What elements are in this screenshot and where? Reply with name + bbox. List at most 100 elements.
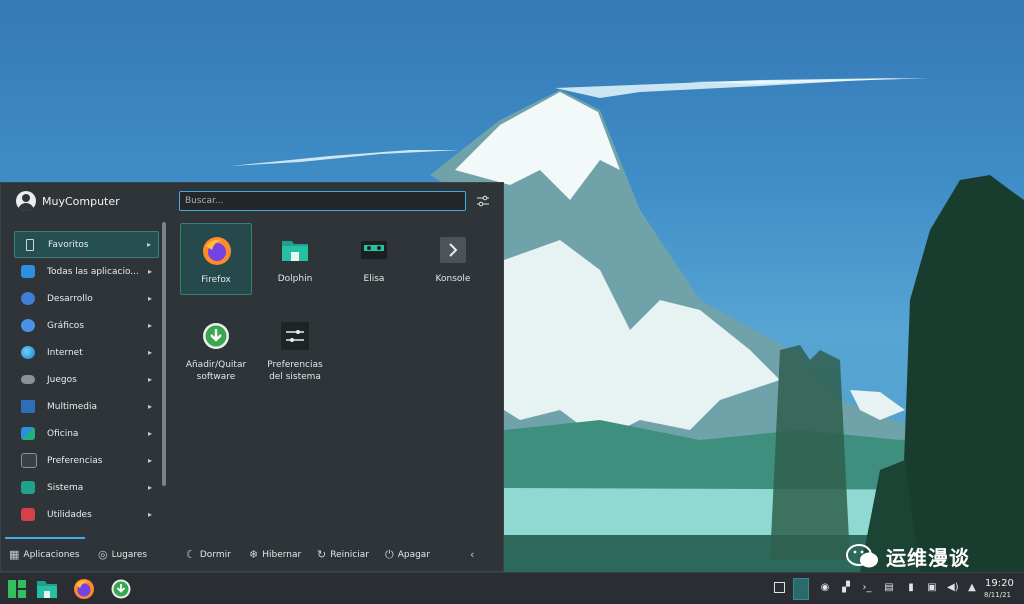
app-label: Konsole [435, 274, 471, 284]
category-internet[interactable]: Internet ▸ [14, 339, 159, 366]
clock-date[interactable]: 8/11/21 [984, 591, 1011, 599]
category-desarrollo[interactable]: Desarrollo ▸ [14, 285, 159, 312]
hibernate-button[interactable]: ❄ Hibernar [249, 548, 301, 561]
chevron-right-icon: ▸ [147, 456, 152, 465]
user-avatar[interactable] [16, 191, 36, 211]
chevron-right-icon: ▸ [147, 267, 152, 276]
tab-places[interactable]: ◎ Lugares [98, 548, 147, 561]
firefox-icon [203, 237, 231, 265]
app-label: Dolphin [277, 274, 313, 284]
firefox-icon[interactable] [73, 578, 95, 600]
chevron-right-icon: ▸ [147, 402, 152, 411]
hibernate-label: Hibernar [262, 549, 302, 560]
updates-icon[interactable]: ◉ [820, 583, 830, 593]
restart-icon: ↻ [317, 548, 327, 561]
show-desktop-icon[interactable] [774, 582, 785, 593]
app-konsole[interactable]: Konsole [417, 223, 489, 295]
system-icon [21, 481, 35, 494]
app-firefox[interactable]: Firefox [180, 223, 252, 295]
category-label: Sistema [47, 482, 84, 493]
volume-icon[interactable]: ◀) [947, 583, 959, 593]
chevron-right-icon: ▸ [147, 321, 152, 330]
shutdown-button[interactable]: ⏻ Apagar [385, 548, 430, 562]
restart-label: Reiniciar [330, 549, 369, 560]
category-scrollbar[interactable] [162, 222, 166, 486]
category-label: Oficina [47, 428, 79, 439]
network-icon[interactable]: ▣ [927, 583, 937, 593]
sleep-icon: ☾ [186, 548, 196, 561]
category-label: Preferencias [47, 455, 103, 466]
category-utilidades[interactable]: Utilidades ▸ [14, 501, 159, 528]
multimedia-icon [21, 400, 35, 413]
tab-places-label: Lugares [111, 549, 148, 560]
window-switcher-icon[interactable]: ▞ [841, 583, 851, 593]
terminal-icon[interactable]: ›_ [862, 583, 872, 593]
watermark: 运维漫谈 [846, 542, 970, 571]
bookmark-icon [26, 238, 34, 251]
power-icon: ⏻ [385, 548, 394, 561]
snowflake-icon: ❄ [249, 548, 259, 561]
user-name: MuyComputer [42, 195, 120, 208]
chevron-right-icon: ▸ [147, 348, 152, 357]
category-label: Favoritos [48, 239, 89, 250]
category-multimedia[interactable]: Multimedia ▸ [14, 393, 159, 420]
utilities-icon [21, 508, 35, 521]
watermark-text: 运维漫谈 [886, 546, 970, 570]
download-icon [203, 323, 229, 349]
category-preferencias[interactable]: Preferencias ▸ [14, 447, 159, 474]
search-input[interactable] [179, 191, 466, 211]
app-elisa[interactable]: Elisa [338, 223, 410, 295]
category-oficina[interactable]: Oficina ▸ [14, 420, 159, 447]
app-system-settings[interactable]: Preferencias del sistema [259, 309, 331, 382]
active-tab-indicator [5, 537, 85, 539]
apps-grid-icon: ▦ [9, 548, 20, 561]
chevron-right-icon: ▸ [147, 375, 152, 384]
graphics-icon [21, 319, 35, 332]
preferences-icon [21, 453, 37, 468]
category-label: Utilidades [47, 509, 92, 520]
app-label: Añadir/Quitar software [185, 360, 247, 382]
device-notifier-icon[interactable]: ▮ [906, 583, 916, 593]
tab-applications[interactable]: ▦ Aplicaciones [9, 548, 80, 561]
app-label: Preferencias del sistema [267, 360, 323, 382]
category-label: Juegos [47, 374, 77, 385]
app-dolphin[interactable]: Dolphin [259, 223, 331, 295]
music-player-icon [361, 241, 387, 259]
manjaro-menu-icon[interactable] [6, 578, 28, 600]
clock-time[interactable]: 19:20 [985, 578, 1014, 589]
app-label: Firefox [201, 275, 231, 285]
category-todas[interactable]: Todas las aplicacio... ▸ [14, 258, 159, 285]
office-icon [21, 427, 35, 440]
leave-options-button[interactable]: ‹ [470, 548, 474, 561]
shutdown-label: Apagar [397, 550, 431, 560]
category-sistema[interactable]: Sistema ▸ [14, 474, 159, 501]
chevron-right-icon: ▸ [147, 294, 152, 303]
chevron-left-circle-icon: ‹ [470, 548, 475, 561]
virtual-desktop-pager[interactable] [793, 578, 809, 600]
wechat-logo-icon [846, 543, 878, 567]
category-label: Todas las aplicacio... [47, 266, 139, 277]
tab-applications-label: Aplicaciones [23, 549, 80, 560]
sleep-button[interactable]: ☾ Dormir [186, 548, 231, 561]
sleep-label: Dormir [199, 549, 231, 560]
folder-icon [282, 241, 308, 261]
category-graficos[interactable]: Gráficos ▸ [14, 312, 159, 339]
category-favoritos[interactable]: Favoritos ▸ [14, 231, 159, 258]
category-juegos[interactable]: Juegos ▸ [14, 366, 159, 393]
settings-sliders-icon [281, 322, 309, 350]
category-label: Internet [47, 347, 83, 358]
software-center-icon[interactable] [110, 578, 132, 600]
clipboard-icon[interactable]: ▤ [884, 583, 894, 593]
filter-settings-icon[interactable] [476, 194, 490, 208]
restart-button[interactable]: ↻ Reiniciar [317, 548, 369, 561]
category-label: Multimedia [47, 401, 98, 412]
expand-tray-icon[interactable]: ▲ [967, 583, 977, 593]
chevron-right-icon: ▸ [147, 510, 152, 519]
category-label: Desarrollo [47, 293, 93, 304]
app-add-remove-software[interactable]: Añadir/Quitar software [180, 309, 252, 382]
apps-grid-icon [21, 265, 35, 278]
app-label: Elisa [363, 274, 385, 284]
compass-icon: ◎ [98, 548, 108, 561]
folder-icon[interactable] [36, 578, 58, 600]
gamepad-icon [21, 375, 35, 384]
